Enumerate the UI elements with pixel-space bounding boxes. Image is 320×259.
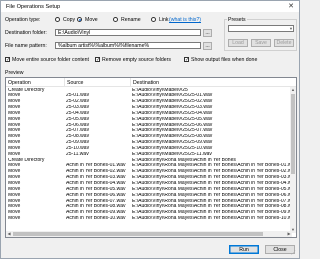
horizontal-scrollbar[interactable]: ◀ ▶ (6, 231, 292, 237)
cell-source: Achin in Yer Bones-10.wav (66, 216, 126, 222)
resize-grip-icon[interactable]: ⋰ (291, 250, 297, 256)
whats-this-link[interactable]: (what is this?) (169, 17, 201, 23)
file-operations-window: File Operations Setup ✕ Operation type: … (0, 0, 300, 259)
checkbox-remove-empty-folders[interactable]: ✓ (95, 57, 100, 63)
horizontal-scroll-thumb[interactable] (13, 232, 263, 236)
destination-browse-button[interactable]: ... (203, 28, 212, 37)
presets-delete-button[interactable]: Delete (274, 39, 294, 47)
checkbox-show-output-files[interactable]: ✓ (184, 57, 189, 63)
scroll-left-icon[interactable]: ◀ (6, 231, 12, 237)
column-header-destination[interactable]: Destination (130, 78, 159, 87)
title-bar: File Operations Setup ✕ (1, 1, 299, 12)
destination-input[interactable]: E:\Audio\Vinyl (55, 29, 201, 36)
pattern-input[interactable]: %album artist%\%album%\%filename% (55, 42, 201, 49)
radio-copy-indicator[interactable] (55, 17, 60, 22)
radio-copy-label: Copy (63, 17, 76, 23)
option-remove-empty-folders-label: Remove empty source folders (102, 57, 171, 63)
destination-label: Destination folder: (5, 30, 47, 36)
scroll-right-icon[interactable]: ▶ (286, 231, 292, 237)
presets-label: Presets (227, 16, 247, 23)
preview-label: Preview (5, 70, 24, 76)
preview-list[interactable]: Operation Source Destination Create Dire… (5, 77, 297, 238)
column-header-operation[interactable]: Operation (8, 80, 31, 86)
presets-save-button[interactable]: Save (251, 39, 271, 47)
table-row[interactable]: Move Achin in Yer Bones-10.wav E:\Audio\Vi… (6, 216, 292, 222)
vertical-scrollbar[interactable]: ▲ ▼ (290, 87, 296, 233)
chevron-down-icon[interactable]: ▼ (289, 25, 293, 32)
preview-rows: Create Directory E:\Audio\Vinyl\Mabel\#25… (6, 88, 292, 222)
presets-load-button[interactable]: Load (228, 39, 248, 47)
radio-move-label: Move (85, 17, 98, 23)
presets-select[interactable] (228, 25, 294, 32)
preview-header: Operation Source Destination (6, 78, 296, 87)
window-title: File Operations Setup (6, 3, 61, 10)
scroll-up-icon[interactable]: ▲ (290, 87, 296, 93)
operation-type-label: Operation type: (5, 17, 41, 23)
checkbox-move-entire-folder[interactable]: ✓ (5, 57, 10, 63)
run-button[interactable]: Run (229, 245, 259, 254)
pattern-more-button[interactable]: ... (203, 41, 212, 50)
radio-link-indicator[interactable] (151, 17, 156, 22)
column-header-source[interactable]: Source (64, 78, 83, 87)
vertical-scroll-thumb[interactable] (291, 94, 295, 174)
option-show-output-files-label: Show output files when done (191, 57, 258, 63)
pattern-label: File name pattern: (5, 43, 47, 49)
cell-operation: Move (8, 216, 21, 222)
radio-rename-label: Rename (121, 17, 141, 23)
radio-link-label: Link (159, 17, 169, 23)
cell-destination: E:\Audio\Vinyl\Rona Mayes\Achin in Yer B… (132, 216, 292, 222)
operation-type-group: Copy Move Rename Link (what is this?) (55, 16, 205, 24)
close-icon[interactable]: ✕ (286, 2, 296, 11)
radio-move-indicator[interactable] (77, 17, 82, 22)
option-move-entire-folder-label: Move entire source folder content (12, 57, 89, 63)
radio-rename-indicator[interactable] (113, 17, 118, 22)
